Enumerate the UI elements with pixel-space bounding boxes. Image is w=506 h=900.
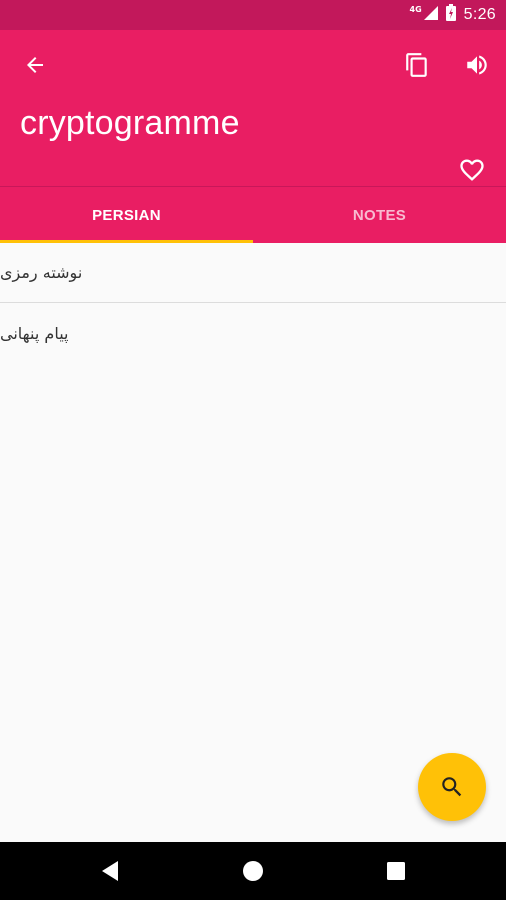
tab-notes[interactable]: NOTES	[253, 187, 506, 243]
nav-recents-button[interactable]	[376, 851, 416, 891]
square-recents-icon	[387, 862, 405, 880]
arrow-back-icon	[27, 57, 43, 73]
speak-button[interactable]	[457, 45, 497, 85]
status-time: 5:26	[463, 6, 496, 23]
meaning-text: پیام پنهانی	[0, 323, 69, 343]
navigation-bar	[0, 842, 506, 900]
search-fab[interactable]	[418, 753, 486, 821]
heart-outline-icon	[460, 159, 484, 181]
volume-icon	[467, 55, 487, 75]
app-bar: cryptogramme	[0, 30, 506, 186]
screen: 4G 5:26 cryptogramme PERSIAN NOTES نوشته…	[0, 0, 506, 900]
copy-button[interactable]	[397, 45, 437, 85]
meanings-list: نوشته رمزی پیام پنهانی	[0, 243, 506, 363]
back-button[interactable]	[15, 45, 55, 85]
battery-icon	[445, 4, 456, 26]
meaning-text: نوشته رمزی	[0, 263, 83, 282]
status-bar: 4G 5:26	[0, 0, 506, 30]
tab-notes-label: NOTES	[352, 206, 407, 224]
triangle-back-icon	[102, 861, 118, 881]
list-item[interactable]: نوشته رمزی	[0, 243, 506, 303]
nav-home-button[interactable]	[233, 851, 273, 891]
list-item[interactable]: پیام پنهانی	[0, 303, 506, 363]
network-type-label: 4G	[409, 4, 422, 14]
nav-back-button[interactable]	[90, 851, 130, 891]
signal-icon	[423, 5, 438, 25]
circle-home-icon	[243, 861, 263, 881]
tab-bar: PERSIAN NOTES	[0, 186, 506, 243]
search-icon	[442, 777, 462, 797]
tab-persian[interactable]: PERSIAN	[0, 187, 253, 243]
word-title: cryptogramme	[20, 104, 240, 142]
tab-persian-label: PERSIAN	[92, 206, 161, 224]
status-icons: 4G 5:26	[410, 0, 496, 30]
copy-icon	[406, 53, 427, 77]
favorite-button[interactable]	[452, 150, 492, 190]
